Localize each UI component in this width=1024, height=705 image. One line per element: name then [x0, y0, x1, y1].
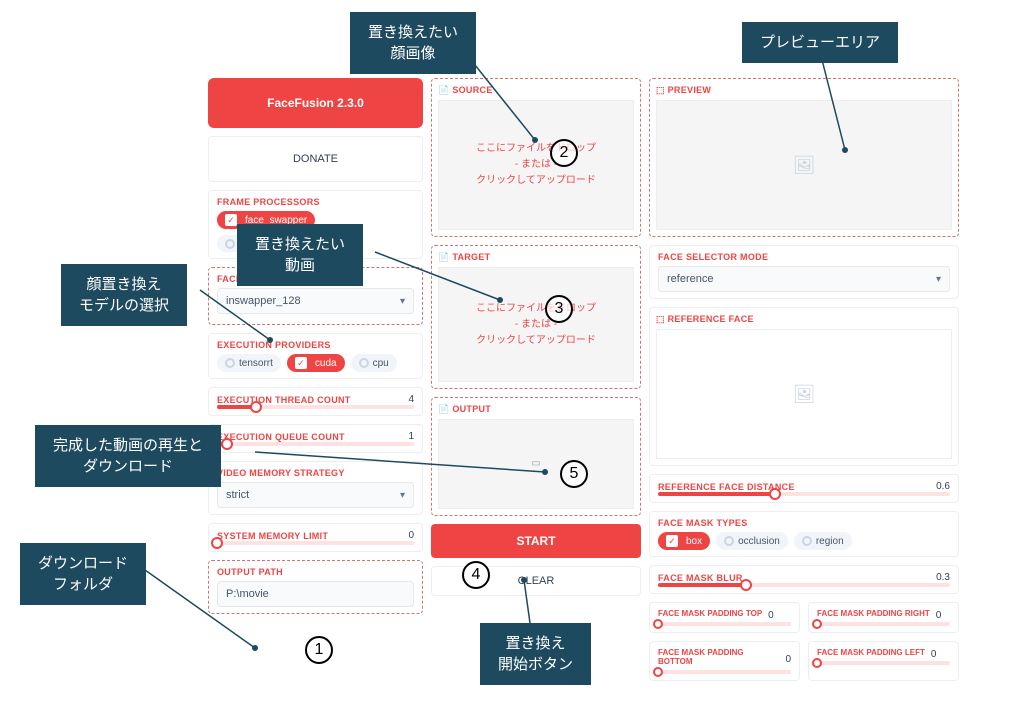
step-1: 1 — [305, 636, 333, 664]
pad-left-slider[interactable] — [817, 661, 950, 665]
pad-top-slider[interactable] — [658, 622, 791, 626]
execution-providers-label: EXECUTION PROVIDERS — [217, 340, 414, 350]
output-label: 📄 OUTPUT — [438, 404, 634, 415]
video-memory-card: VIDEO MEMORY STRATEGY strict▾ — [208, 461, 423, 515]
mask-types-label: FACE MASK TYPES — [658, 518, 950, 528]
execution-providers-card: EXECUTION PROVIDERS tensorrt cuda cpu — [208, 333, 423, 379]
output-dropzone[interactable]: ▭ — [438, 419, 634, 509]
system-memory-label: SYSTEM MEMORY LIMIT — [217, 531, 328, 541]
source-card: 📄 SOURCE ここにファイルをドロップ - または - クリックしてアップロ… — [431, 78, 641, 237]
pad-right-label: FACE MASK PADDING RIGHT — [817, 609, 930, 618]
callout-start: 置き換え開始ボタン — [480, 623, 591, 685]
thread-count-slider[interactable] — [217, 405, 414, 409]
ref-distance-slider[interactable] — [658, 492, 950, 496]
mask-types-card: FACE MASK TYPES box occlusion region — [649, 511, 959, 557]
mask-blur-value: 0.3 — [922, 572, 950, 583]
target-card: 📄 TARGET ここにファイルをドロップ - または - クリックしてアップロ… — [431, 245, 641, 389]
callout-download: ダウンロードフォルダ — [20, 543, 146, 605]
brand-header: FaceFusion 2.3.0 — [208, 78, 423, 128]
system-memory-card: SYSTEM MEMORY LIMIT 0 — [208, 523, 423, 552]
pad-right-card: FACE MASK PADDING RIGHT 0 — [808, 602, 959, 633]
pad-bottom-slider[interactable] — [658, 670, 791, 674]
thread-count-value: 4 — [386, 394, 414, 405]
system-memory-slider[interactable] — [217, 541, 414, 545]
step-4: 4 — [462, 561, 490, 589]
donate-card[interactable]: DONATE — [208, 136, 423, 182]
pad-top-value: 0 — [768, 610, 774, 621]
preview-label: ⬚ PREVIEW — [656, 85, 952, 96]
queue-count-value: 1 — [386, 431, 414, 442]
target-label: 📄 TARGET — [438, 252, 634, 263]
source-dropzone[interactable]: ここにファイルをドロップ - または - クリックしてアップロード — [438, 100, 634, 230]
mask-occlusion[interactable]: occlusion — [716, 532, 788, 550]
preview-card: ⬚ PREVIEW 🖼 — [649, 78, 959, 237]
provider-tensorrt[interactable]: tensorrt — [217, 354, 281, 372]
output-path-card: OUTPUT PATH — [208, 560, 423, 614]
video-memory-label: VIDEO MEMORY STRATEGY — [217, 468, 414, 478]
right-column: ⬚ PREVIEW 🖼 FACE SELECTOR MODE reference… — [649, 78, 959, 697]
chevron-down-icon: ▾ — [936, 274, 941, 285]
left-column: FaceFusion 2.3.0 DONATE FRAME PROCESSORS… — [208, 78, 423, 697]
pad-bottom-value: 0 — [785, 654, 791, 665]
target-dropzone[interactable]: ここにファイルをドロップ - または - クリックしてアップロード — [438, 267, 634, 382]
provider-cpu[interactable]: cpu — [351, 354, 397, 372]
pad-right-value: 0 — [936, 610, 942, 621]
reference-face-card: ⬚ REFERENCE FACE 🖼 — [649, 307, 959, 466]
face-swapper-model-select[interactable]: inswapper_128▾ — [217, 288, 414, 314]
reference-face-label: ⬚ REFERENCE FACE — [656, 314, 952, 325]
face-selector-card: FACE SELECTOR MODE reference▾ — [649, 245, 959, 299]
callout-preview: プレビューエリア — [742, 22, 898, 63]
reference-face-area: 🖼 — [656, 329, 952, 459]
pad-right-slider[interactable] — [817, 622, 950, 626]
callout-model: 顔置き換えモデルの選択 — [61, 264, 187, 326]
middle-column: 📄 SOURCE ここにファイルをドロップ - または - クリックしてアップロ… — [431, 78, 641, 697]
pad-left-value: 0 — [931, 649, 937, 660]
pad-left-card: FACE MASK PADDING LEFT 0 — [808, 641, 959, 681]
queue-count-card: EXECUTION QUEUE COUNT 1 — [208, 424, 423, 453]
face-selector-label: FACE SELECTOR MODE — [658, 252, 950, 262]
thread-count-card: EXECUTION THREAD COUNT 4 — [208, 387, 423, 416]
ref-distance-card: REFERENCE FACE DISTANCE 0.6 — [649, 474, 959, 503]
system-memory-value: 0 — [386, 530, 414, 541]
callout-source: 置き換えたい顔画像 — [350, 12, 476, 74]
callout-output: 完成した動画の再生とダウンロード — [35, 425, 221, 487]
step-5: 5 — [560, 460, 588, 488]
thread-count-label: EXECUTION THREAD COUNT — [217, 395, 351, 405]
chevron-down-icon: ▾ — [400, 490, 405, 501]
step-3: 3 — [545, 295, 573, 323]
pad-top-label: FACE MASK PADDING TOP — [658, 609, 762, 618]
pad-bottom-label: FACE MASK PADDING BOTTOM — [658, 648, 779, 666]
mask-blur-slider[interactable] — [658, 583, 950, 587]
step-2: 2 — [550, 139, 578, 167]
output-card: 📄 OUTPUT ▭ — [431, 397, 641, 516]
mask-blur-card: FACE MASK BLUR 0.3 — [649, 565, 959, 594]
app-window: FaceFusion 2.3.0 DONATE FRAME PROCESSORS… — [200, 70, 990, 705]
image-icon: 🖼 — [793, 155, 816, 176]
pad-bottom-card: FACE MASK PADDING BOTTOM 0 — [649, 641, 800, 681]
mask-region[interactable]: region — [794, 532, 852, 550]
callout-target: 置き換えたい動画 — [237, 224, 363, 286]
source-label: 📄 SOURCE — [438, 85, 634, 96]
queue-count-label: EXECUTION QUEUE COUNT — [217, 432, 345, 442]
donate-label: DONATE — [217, 143, 414, 175]
image-icon: 🖼 — [793, 384, 816, 405]
ref-distance-value: 0.6 — [922, 481, 950, 492]
pad-top-card: FACE MASK PADDING TOP 0 — [649, 602, 800, 633]
face-selector-select[interactable]: reference▾ — [658, 266, 950, 292]
mask-box[interactable]: box — [658, 532, 710, 550]
chevron-down-icon: ▾ — [400, 296, 405, 307]
output-path-label: OUTPUT PATH — [217, 567, 414, 577]
provider-cuda[interactable]: cuda — [287, 354, 345, 372]
pad-left-label: FACE MASK PADDING LEFT — [817, 648, 925, 657]
queue-count-slider[interactable] — [217, 442, 414, 446]
frame-processors-label: FRAME PROCESSORS — [217, 197, 414, 207]
mask-blur-label: FACE MASK BLUR — [658, 573, 743, 583]
preview-area: 🖼 — [656, 100, 952, 230]
start-button[interactable]: START — [431, 524, 641, 558]
output-path-input[interactable] — [217, 581, 414, 607]
video-memory-select[interactable]: strict▾ — [217, 482, 414, 508]
